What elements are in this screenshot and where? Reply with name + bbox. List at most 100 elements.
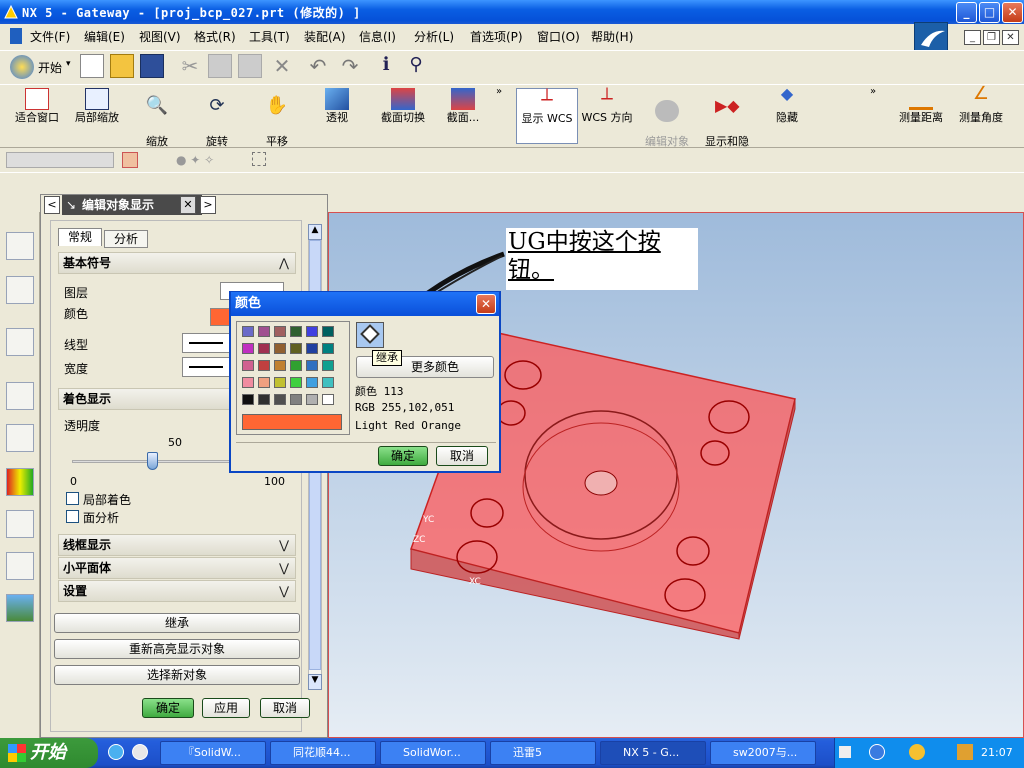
tab-analysis[interactable]: 分析 (104, 230, 148, 248)
inherit-button[interactable]: 继承 (54, 613, 300, 633)
undo-icon[interactable]: ↶ (306, 54, 330, 78)
color-swatch[interactable] (322, 377, 334, 388)
partial-shading-checkbox[interactable] (66, 492, 79, 505)
color-swatch[interactable] (306, 360, 318, 371)
color-dialog-close-button[interactable]: ✕ (476, 294, 496, 314)
mdi-minimize-button[interactable]: _ (964, 30, 981, 45)
task-tonghuashun[interactable]: 同花顺44... (270, 741, 376, 765)
toolbar-overflow-icon[interactable]: » (496, 86, 502, 97)
zoom-area-button[interactable]: 局部缩放 (66, 88, 128, 144)
mdi-close-button[interactable]: ✕ (1002, 30, 1019, 45)
tab-general[interactable]: 常规 (58, 228, 102, 246)
open-folder-icon[interactable] (110, 54, 134, 78)
rotate-button[interactable]: ⟳ 旋转 (MB2) (186, 88, 248, 160)
section-basic-symbols[interactable]: 基本符号 ⋀ (58, 252, 296, 274)
section-wireframe[interactable]: 线框显示 ⋁ (58, 534, 296, 556)
color-swatch[interactable] (258, 377, 270, 388)
binoculars-icon[interactable]: ⚲ (404, 54, 428, 78)
zoom-button[interactable]: 🔍 缩放 (MB1+... (126, 88, 188, 160)
rectangle-select-icon[interactable] (252, 152, 266, 166)
menu-preferences[interactable]: 首选项(P) (470, 28, 523, 45)
minimize-button[interactable]: _ (956, 2, 977, 23)
task-nx5[interactable]: NX 5 - G... (600, 741, 706, 765)
face-analysis-checkbox[interactable] (66, 510, 79, 523)
system-scenes-icon[interactable] (6, 594, 34, 622)
color-swatch[interactable] (290, 360, 302, 371)
color-swatch[interactable] (258, 360, 270, 371)
color-swatch-button[interactable] (210, 308, 230, 326)
color-swatch[interactable] (322, 394, 334, 405)
roles-icon[interactable] (6, 552, 34, 580)
color-swatch[interactable] (242, 377, 254, 388)
panel-cancel-button[interactable]: 取消 (260, 698, 310, 718)
color-swatch[interactable] (306, 343, 318, 354)
task-sw2007[interactable]: sw2007与... (710, 741, 816, 765)
menu-information[interactable]: 信息(I) (359, 28, 396, 45)
menu-help[interactable]: 帮助(H) (591, 28, 633, 45)
color-swatch[interactable] (242, 326, 254, 337)
volume-tray-icon[interactable] (957, 744, 973, 760)
delete-icon[interactable]: ✕ (270, 54, 294, 78)
fit-button[interactable]: 适合窗口 (6, 88, 68, 144)
history-icon[interactable] (6, 382, 34, 410)
toolbar-overflow-icon-2[interactable]: » (870, 86, 876, 97)
inherit-color-button[interactable] (356, 322, 384, 348)
display-wcs-button[interactable]: ⟂ 显示 WCS (516, 86, 578, 144)
measure-angle-button[interactable]: ∠ 测量角度 (950, 85, 1012, 144)
menu-tools[interactable]: 工具(T) (249, 28, 290, 45)
color-swatch[interactable] (258, 394, 270, 405)
start-dropdown-icon[interactable]: ▾ (66, 59, 71, 69)
color-swatch[interactable] (290, 377, 302, 388)
redo-icon[interactable]: ↷ (338, 54, 362, 78)
assembly-navigator-icon[interactable] (6, 232, 34, 260)
expand-icon[interactable]: ⋁ (275, 536, 293, 554)
reuse-library-icon[interactable] (6, 424, 34, 452)
color-swatch[interactable] (274, 326, 286, 337)
paste-icon[interactable] (238, 54, 262, 78)
color-swatch[interactable] (274, 360, 286, 371)
copy-icon[interactable] (208, 54, 232, 78)
section-shaded-display[interactable]: 着色显示 (58, 388, 230, 410)
expand-icon[interactable]: ⋁ (275, 582, 293, 600)
maximize-button[interactable]: □ (979, 2, 1000, 23)
part-navigator-icon[interactable] (6, 276, 34, 304)
color-swatch[interactable] (242, 360, 254, 371)
color-swatch[interactable] (290, 343, 302, 354)
color-swatch[interactable] (242, 343, 254, 354)
perspective-button[interactable]: 透视 (306, 88, 368, 144)
menu-view[interactable]: 视图(V) (139, 28, 181, 45)
color-swatch[interactable] (322, 326, 334, 337)
task-xunlei[interactable]: 迅雷5 (490, 741, 596, 765)
section-facet-body[interactable]: 小平面体 ⋁ (58, 557, 296, 579)
snap-icon[interactable] (122, 152, 138, 168)
scroll-up-icon[interactable]: ▲ (308, 224, 322, 240)
color-swatch[interactable] (306, 394, 318, 405)
edit-object-display-button[interactable]: 编辑对象 显示 (636, 88, 698, 160)
cut-icon[interactable]: ✂ (178, 54, 202, 78)
close-button[interactable]: ✕ (1002, 2, 1023, 23)
menu-file[interactable]: 文件(F) (30, 28, 70, 45)
hide-button[interactable]: ◆ 隐藏 (756, 86, 818, 144)
keyboard-tray-icon[interactable] (839, 746, 851, 758)
save-icon[interactable] (140, 54, 164, 78)
panel-forward-button[interactable]: > (200, 196, 216, 214)
color-swatch[interactable] (322, 360, 334, 371)
new-file-icon[interactable] (80, 54, 104, 78)
network-tray-icon[interactable] (909, 744, 925, 760)
menu-assemblies[interactable]: 装配(A) (304, 28, 346, 45)
task-solidworks-doc[interactable]: 『SolidW... (160, 741, 266, 765)
rehighlight-objects-button[interactable]: 重新高亮显示对象 (54, 639, 300, 659)
expand-icon[interactable]: ⋁ (275, 559, 293, 577)
color-swatch[interactable] (306, 326, 318, 337)
menu-edit[interactable]: 编辑(E) (84, 28, 125, 45)
color-palette-icon[interactable] (6, 468, 34, 496)
quicklaunch-icon[interactable] (132, 744, 148, 760)
color-swatch[interactable] (306, 377, 318, 388)
section-toggle-button[interactable]: 截面切换 (372, 88, 434, 144)
color-swatch[interactable] (290, 326, 302, 337)
palette-icon[interactable] (6, 328, 34, 356)
color-swatch[interactable] (290, 394, 302, 405)
section-button[interactable]: 截面... (432, 88, 494, 144)
ie-quicklaunch-icon[interactable] (108, 744, 124, 760)
linetype-dropdown[interactable] (182, 333, 230, 353)
